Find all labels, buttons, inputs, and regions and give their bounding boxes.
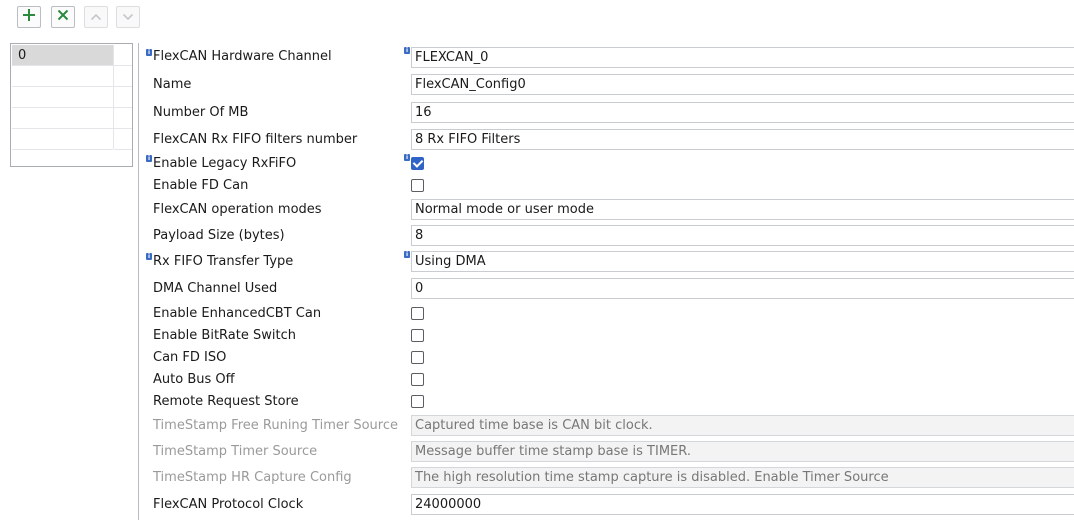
label-can-fd-iso: Can FD ISO bbox=[153, 350, 227, 365]
list-side-cell bbox=[114, 108, 132, 129]
remove-button[interactable] bbox=[51, 6, 75, 28]
list-side-cell bbox=[114, 66, 132, 87]
rx-fifo-filters-select[interactable]: 8 Rx FIFO Filters bbox=[411, 129, 1074, 150]
number-of-mb-input[interactable]: 16 bbox=[411, 102, 1074, 123]
plus-icon bbox=[22, 8, 36, 26]
rx-fifo-transfer-type-select[interactable]: Using DMA bbox=[411, 251, 1074, 272]
config-list[interactable]: 0 bbox=[10, 43, 133, 167]
label-bitrate-switch: Enable BitRate Switch bbox=[153, 328, 296, 343]
label-enhanced-cbt: Enable EnhancedCBT Can bbox=[153, 306, 322, 321]
payload-size-select[interactable]: 8 bbox=[411, 225, 1074, 246]
info-icon[interactable]: i bbox=[146, 155, 152, 162]
move-up-button[interactable] bbox=[84, 6, 108, 28]
label-number-of-mb: Number Of MB bbox=[153, 105, 249, 120]
can-fd-iso-checkbox[interactable] bbox=[411, 351, 424, 364]
panel-divider bbox=[138, 43, 139, 520]
info-icon[interactable]: i bbox=[146, 49, 152, 56]
list-empty-row bbox=[12, 66, 113, 87]
label-operation-modes: FlexCAN operation modes bbox=[153, 202, 322, 217]
list-side-cell bbox=[114, 87, 132, 108]
chevron-down-icon bbox=[122, 10, 134, 25]
list-empty-row bbox=[12, 108, 113, 129]
label-protocol-clock: FlexCAN Protocol Clock bbox=[153, 497, 304, 512]
label-rx-fifo-transfer-type: Rx FIFO Transfer Type bbox=[153, 254, 294, 269]
info-icon[interactable]: i bbox=[404, 154, 410, 161]
label-name: Name bbox=[153, 77, 192, 92]
list-side-cell bbox=[114, 129, 132, 150]
timestamp-hr-capture-select: The high resolution time stamp capture i… bbox=[411, 467, 1074, 488]
label-rx-fifo-filters: FlexCAN Rx FIFO filters number bbox=[153, 132, 358, 147]
remote-request-store-checkbox[interactable] bbox=[411, 395, 424, 408]
dma-channel-input[interactable]: 0 bbox=[411, 278, 1074, 299]
auto-bus-off-checkbox[interactable] bbox=[411, 373, 424, 386]
enable-legacy-rxfifo-checkbox[interactable] bbox=[411, 157, 424, 170]
label-timestamp-timer-source: TimeStamp Timer Source bbox=[153, 444, 318, 459]
list-empty-row bbox=[12, 87, 113, 108]
protocol-clock-input[interactable]: 24000000 bbox=[411, 494, 1074, 515]
close-icon bbox=[57, 9, 69, 25]
bitrate-switch-checkbox[interactable] bbox=[411, 329, 424, 342]
label-dma-channel: DMA Channel Used bbox=[153, 281, 278, 296]
info-icon[interactable]: i bbox=[404, 251, 410, 258]
enable-fd-can-checkbox[interactable] bbox=[411, 179, 424, 192]
label-payload-size: Payload Size (bytes) bbox=[153, 228, 285, 243]
list-item[interactable]: 0 bbox=[12, 45, 113, 66]
label-enable-fd-can: Enable FD Can bbox=[153, 178, 249, 193]
operation-modes-select[interactable]: Normal mode or user mode bbox=[411, 199, 1074, 220]
name-input[interactable]: FlexCAN_Config0 bbox=[411, 74, 1074, 95]
label-enable-legacy-rxfifo: Enable Legacy RxFiFO bbox=[153, 156, 297, 171]
label-timestamp-hr-capture: TimeStamp HR Capture Config bbox=[153, 470, 352, 485]
hardware-channel-select[interactable]: FLEXCAN_0 bbox=[411, 47, 1074, 68]
label-hardware-channel: FlexCAN Hardware Channel bbox=[153, 49, 332, 64]
info-icon[interactable]: i bbox=[404, 47, 410, 54]
chevron-up-icon bbox=[90, 10, 102, 25]
label-timestamp-free-running-source: TimeStamp Free Runing Timer Source bbox=[153, 418, 399, 433]
timestamp-free-running-source-select: Captured time base is CAN bit clock. bbox=[411, 415, 1074, 436]
label-auto-bus-off: Auto Bus Off bbox=[153, 372, 235, 387]
list-empty-row bbox=[12, 129, 113, 150]
list-item-label: 0 bbox=[18, 48, 27, 63]
move-down-button[interactable] bbox=[116, 6, 140, 28]
label-remote-request-store: Remote Request Store bbox=[153, 394, 299, 409]
list-side-cell bbox=[114, 45, 132, 66]
enhanced-cbt-checkbox[interactable] bbox=[411, 307, 424, 320]
add-button[interactable] bbox=[17, 6, 41, 28]
info-icon[interactable]: i bbox=[146, 253, 152, 260]
timestamp-timer-source-select: Message buffer time stamp base is TIMER. bbox=[411, 441, 1074, 462]
toolbar bbox=[0, 0, 1074, 38]
